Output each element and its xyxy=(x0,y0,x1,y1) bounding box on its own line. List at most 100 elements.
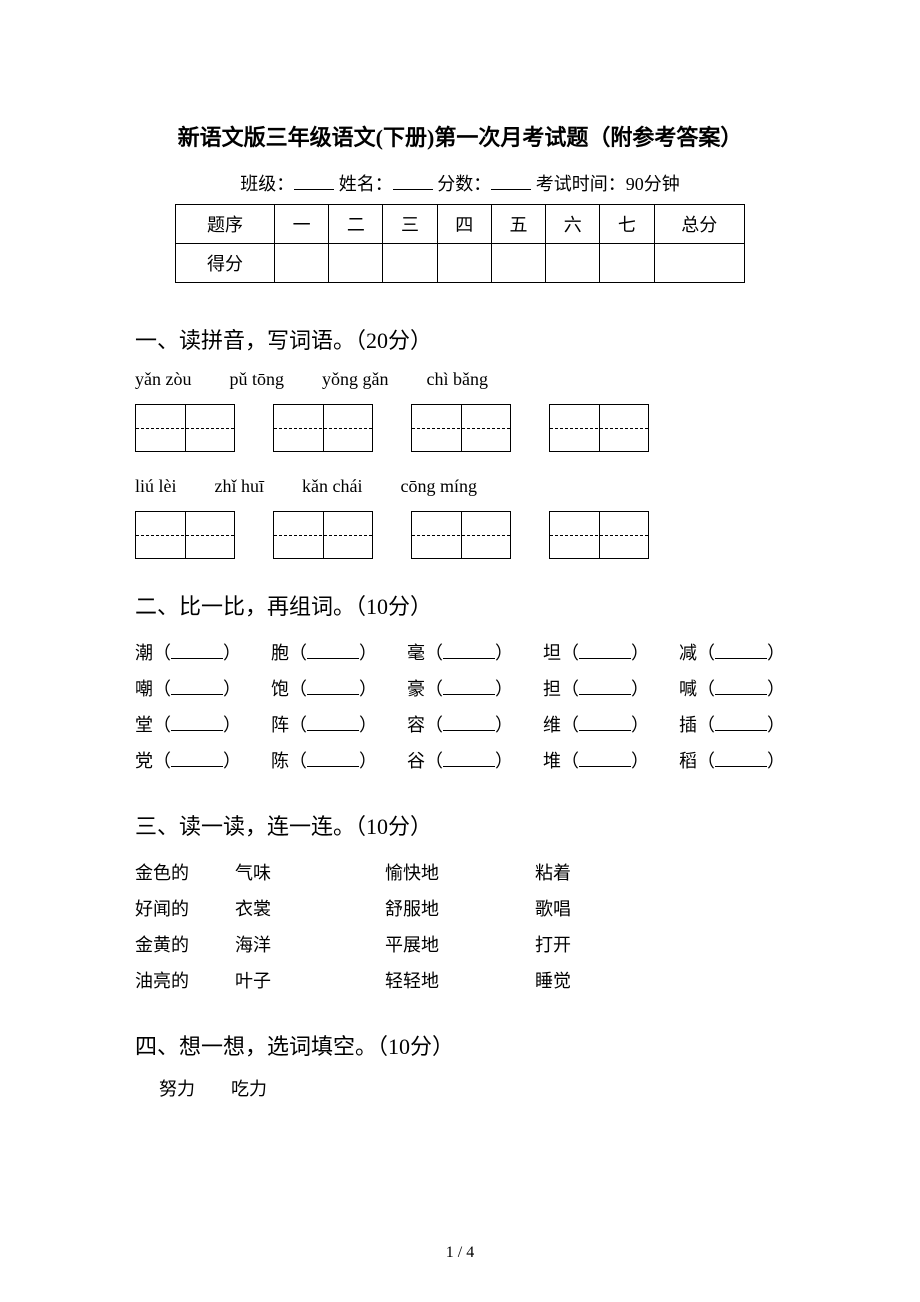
fill-blank[interactable] xyxy=(443,676,495,695)
box-row-2 xyxy=(135,511,785,559)
fill-blank[interactable] xyxy=(715,712,767,731)
fill-blank[interactable] xyxy=(579,712,631,731)
char-box[interactable] xyxy=(135,404,235,452)
match-word: 衣裳 xyxy=(235,891,385,927)
score-blank[interactable] xyxy=(491,171,531,190)
score-cell[interactable] xyxy=(275,244,329,283)
char: 豪 xyxy=(407,679,425,699)
name-blank[interactable] xyxy=(393,171,433,190)
fill-blank[interactable] xyxy=(171,676,223,695)
pinyin: pǔ tōng xyxy=(229,369,284,390)
score-cell[interactable] xyxy=(654,244,744,283)
char: 胞 xyxy=(271,643,289,663)
char: 坦 xyxy=(543,643,561,663)
page-title: 新语文版三年级语文(下册)第一次月考试题（附参考答案） xyxy=(135,120,785,152)
pinyin-row-1: yǎn zòu pǔ tōng yǒng gǎn chì bǎng xyxy=(135,369,785,396)
match-word: 气味 xyxy=(235,855,385,891)
score-cell[interactable] xyxy=(437,244,491,283)
char-box[interactable] xyxy=(273,511,373,559)
match-word: 金黄的 xyxy=(135,927,235,963)
score-col: 总分 xyxy=(654,205,744,244)
char: 堂 xyxy=(135,715,153,735)
char: 潮 xyxy=(135,643,153,663)
char-box[interactable] xyxy=(273,404,373,452)
char: 容 xyxy=(407,715,425,735)
char: 嘲 xyxy=(135,679,153,699)
fill-blank[interactable] xyxy=(715,640,767,659)
match-word: 睡觉 xyxy=(535,963,635,999)
char: 插 xyxy=(679,715,697,735)
box-row-1 xyxy=(135,404,785,452)
match-word: 好闻的 xyxy=(135,891,235,927)
match-word: 粘着 xyxy=(535,855,635,891)
char: 喊 xyxy=(679,679,697,699)
pinyin: kǎn chái xyxy=(302,476,362,497)
match-word: 海洋 xyxy=(235,927,385,963)
section-2-title: 二、比一比，再组词。（10分） xyxy=(135,589,785,621)
pinyin: yǒng gǎn xyxy=(322,369,389,390)
match-word: 愉快地 xyxy=(385,855,535,891)
score-cell[interactable] xyxy=(491,244,545,283)
page-number: 1 / 4 xyxy=(0,1244,920,1262)
name-label: 姓名： xyxy=(339,174,393,194)
score-cell[interactable] xyxy=(546,244,600,283)
score-row1-label: 题序 xyxy=(176,205,275,244)
char: 阵 xyxy=(271,715,289,735)
char: 毫 xyxy=(407,643,425,663)
char: 稻 xyxy=(679,751,697,771)
score-table: 题序 一 二 三 四 五 六 七 总分 得分 xyxy=(175,204,745,283)
pinyin-row-2: liú lèi zhǐ huī kǎn chái cōng míng xyxy=(135,476,785,503)
fill-blank[interactable] xyxy=(579,640,631,659)
score-col: 六 xyxy=(546,205,600,244)
fill-blank[interactable] xyxy=(579,676,631,695)
char: 党 xyxy=(135,751,153,771)
char: 谷 xyxy=(407,751,425,771)
score-col: 二 xyxy=(329,205,383,244)
fill-blank[interactable] xyxy=(715,748,767,767)
char: 减 xyxy=(679,643,697,663)
char-box[interactable] xyxy=(549,511,649,559)
section-4-title: 四、想一想，选词填空。（10分） xyxy=(135,1029,785,1061)
fill-blank[interactable] xyxy=(171,748,223,767)
fill-blank[interactable] xyxy=(171,712,223,731)
fill-blank[interactable] xyxy=(307,676,359,695)
score-cell[interactable] xyxy=(383,244,437,283)
score-col: 四 xyxy=(437,205,491,244)
score-col: 三 xyxy=(383,205,437,244)
char: 饱 xyxy=(271,679,289,699)
pinyin: zhǐ huī xyxy=(215,476,265,497)
match-word: 歌唱 xyxy=(535,891,635,927)
char: 担 xyxy=(543,679,561,699)
char: 维 xyxy=(543,715,561,735)
fill-blank[interactable] xyxy=(579,748,631,767)
fill-blank[interactable] xyxy=(443,712,495,731)
char-box[interactable] xyxy=(135,511,235,559)
fill-blank[interactable] xyxy=(307,712,359,731)
match-word: 油亮的 xyxy=(135,963,235,999)
fill-blank[interactable] xyxy=(443,640,495,659)
score-col: 七 xyxy=(600,205,654,244)
fill-blank[interactable] xyxy=(443,748,495,767)
score-col: 一 xyxy=(275,205,329,244)
pinyin: chì bǎng xyxy=(427,369,488,390)
match-word: 金色的 xyxy=(135,855,235,891)
fill-blank[interactable] xyxy=(715,676,767,695)
score-cell[interactable] xyxy=(600,244,654,283)
char-box[interactable] xyxy=(411,511,511,559)
fill-blank[interactable] xyxy=(307,640,359,659)
fill-blank[interactable] xyxy=(171,640,223,659)
match-word: 打开 xyxy=(535,927,635,963)
pinyin: yǎn zòu xyxy=(135,369,191,390)
char-box[interactable] xyxy=(549,404,649,452)
pinyin: liú lèi xyxy=(135,476,177,497)
section-2-body: 潮（） 胞（） 毫（） 坦（） 减（） 嘲（） 饱（） 豪（） 担（） 喊（） … xyxy=(135,635,785,779)
match-word: 轻轻地 xyxy=(385,963,535,999)
score-cell[interactable] xyxy=(329,244,383,283)
char-box[interactable] xyxy=(411,404,511,452)
fill-blank[interactable] xyxy=(307,748,359,767)
char: 堆 xyxy=(543,751,561,771)
info-line: 班级： 姓名： 分数： 考试时间：90分钟 xyxy=(135,170,785,196)
score-label: 分数： xyxy=(437,174,491,194)
section-1-title: 一、读拼音，写词语。（20分） xyxy=(135,323,785,355)
class-blank[interactable] xyxy=(294,171,334,190)
